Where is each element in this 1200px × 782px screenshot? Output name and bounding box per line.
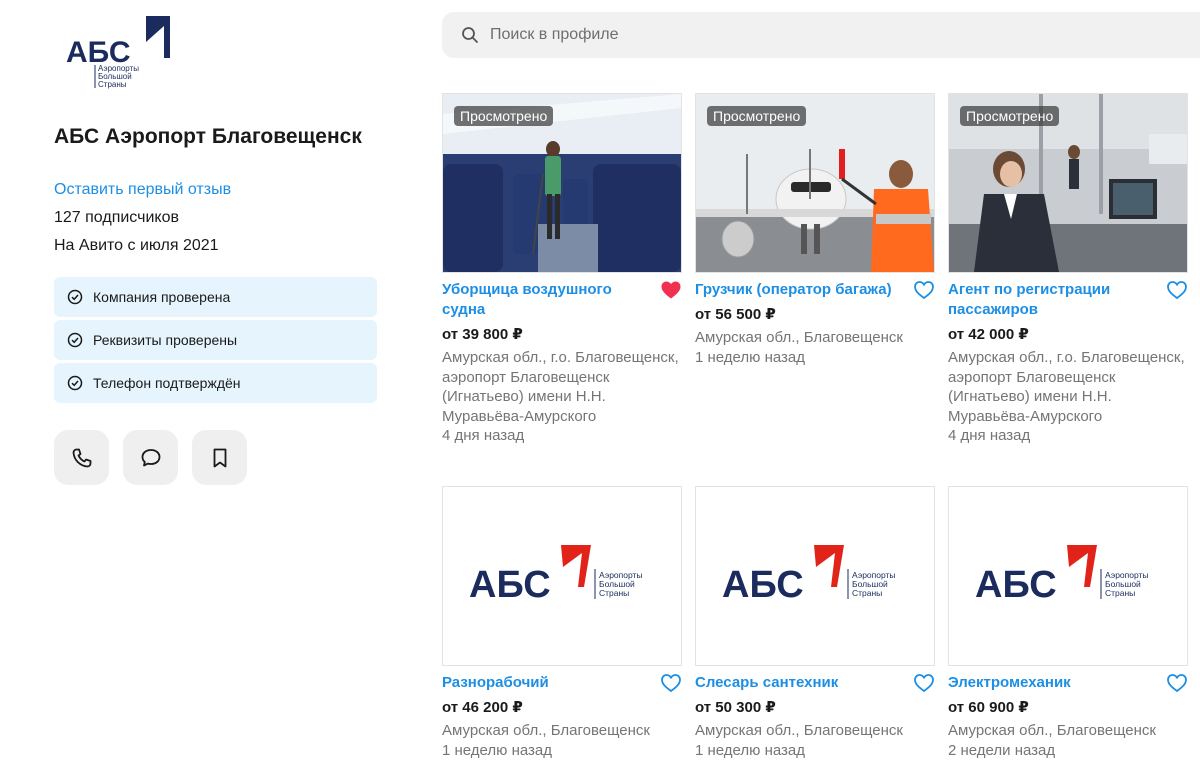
svg-text:Страны: Страны — [599, 588, 629, 598]
listing-location: Амурская обл., Благовещенск — [695, 329, 903, 346]
badge-company-verified: Компания проверена — [54, 277, 377, 317]
svg-text:Страны: Страны — [852, 588, 882, 598]
listing-card[interactable]: Просмотрено Агент по регистрации пассажи… — [948, 93, 1188, 446]
listing-card[interactable]: АБС Аэропорты Большой Страны Слесарь сан… — [695, 486, 935, 760]
svg-text:АБС: АБС — [975, 564, 1057, 606]
listing-date: 1 неделю назад — [695, 348, 806, 366]
listing-price: от 56 500 ₽ — [695, 306, 776, 323]
listing-location: Амурская обл., г.о. Благовещенск, аэропо… — [442, 349, 679, 425]
listing-card[interactable]: Просмотрено Грузчик (оператор багажа) от… — [695, 93, 935, 367]
listing-image[interactable]: Просмотрено — [695, 93, 935, 273]
listing-image[interactable]: АБС Аэропорты Большой Страны — [695, 486, 935, 666]
message-button[interactable] — [123, 430, 178, 485]
subscribers-count: 127 подписчиков — [54, 209, 179, 226]
check-circle-icon — [67, 289, 83, 305]
listing-image[interactable]: АБС Аэропорты Большой Страны — [948, 486, 1188, 666]
listing-title[interactable]: Электромеханик — [948, 673, 1158, 693]
heart-filled-icon[interactable] — [660, 280, 682, 300]
listing-card[interactable]: Просмотрено Уборщица воздушного судна от… — [442, 93, 682, 446]
listing-date: 2 недели назад — [948, 741, 1056, 759]
listing-price: от 50 300 ₽ — [695, 699, 776, 716]
svg-text:АБС: АБС — [722, 564, 804, 606]
listing-image[interactable]: Просмотрено — [948, 93, 1188, 273]
bookmark-icon — [213, 448, 226, 467]
phone-icon — [72, 448, 91, 467]
company-logo: АБС Аэропорты Большой Страны — [60, 12, 180, 100]
listing-title[interactable]: Разнорабочий — [442, 673, 652, 693]
badge-label: Компания проверена — [93, 289, 231, 305]
listing-title[interactable]: Грузчик (оператор багажа) — [695, 280, 905, 300]
verification-badges: Компания проверена Реквизиты проверены Т… — [54, 277, 377, 406]
badge-phone-confirmed: Телефон подтверждён — [54, 363, 377, 403]
listing-price: от 39 800 ₽ — [442, 326, 523, 343]
company-name: АБС Аэропорт Благовещенск — [54, 125, 362, 148]
svg-text:АБС: АБС — [469, 564, 551, 606]
save-profile-button[interactable] — [192, 430, 247, 485]
badge-label: Реквизиты проверены — [93, 332, 238, 348]
badge-label: Телефон подтверждён — [93, 375, 241, 391]
leave-review-link[interactable]: Оставить первый отзыв — [54, 181, 231, 199]
listing-date: 4 дня назад — [442, 427, 525, 444]
badge-requisites-verified: Реквизиты проверены — [54, 320, 377, 360]
listing-title[interactable]: Уборщица воздушного судна — [442, 280, 652, 320]
listing-image[interactable]: Просмотрено — [442, 93, 682, 273]
call-button[interactable] — [54, 430, 109, 485]
member-since: На Авито с июля 2021 — [54, 237, 219, 254]
viewed-badge: Просмотрено — [454, 106, 554, 126]
listing-title[interactable]: Слесарь сантехник — [695, 673, 905, 693]
profile-actions — [54, 430, 247, 485]
viewed-badge: Просмотрено — [707, 106, 807, 126]
listing-date: 1 неделю назад — [442, 741, 553, 759]
check-circle-icon — [67, 332, 83, 348]
search-input[interactable] — [488, 25, 1092, 45]
listing-price: от 46 200 ₽ — [442, 699, 523, 716]
heart-outline-icon[interactable] — [1166, 280, 1188, 300]
heart-outline-icon[interactable] — [913, 673, 935, 693]
abs-logo-image: АБС Аэропорты Большой Страны — [722, 545, 896, 606]
listing-date: 4 дня назад — [948, 427, 1031, 444]
heart-outline-icon[interactable] — [913, 280, 935, 300]
listing-price: от 60 900 ₽ — [948, 699, 1029, 716]
abs-logo-small: АБС Аэропорты Большой Страны — [66, 16, 170, 89]
heart-outline-icon[interactable] — [1166, 673, 1188, 693]
heart-outline-icon[interactable] — [660, 673, 682, 693]
listing-date: 1 неделю назад — [695, 741, 806, 759]
listing-card[interactable]: АБС Аэропорты Большой Страны Разнорабочи… — [442, 486, 682, 760]
abs-logo-image: АБС Аэропорты Большой Страны — [975, 545, 1149, 606]
listing-card[interactable]: АБС Аэропорты Большой Страны Электромеха… — [948, 486, 1188, 760]
check-circle-icon — [67, 375, 83, 391]
listing-location: Амурская обл., г.о. Благовещенск, аэропо… — [948, 349, 1185, 425]
search-icon — [462, 27, 478, 43]
listing-image[interactable]: АБС Аэропорты Большой Страны — [442, 486, 682, 666]
abs-logo-image: АБС Аэропорты Большой Страны — [469, 545, 643, 606]
svg-text:Страны: Страны — [1105, 588, 1135, 598]
listing-title[interactable]: Агент по регистрации пассажиров — [948, 280, 1158, 320]
chat-icon — [141, 448, 160, 466]
listing-location: Амурская обл., Благовещенск — [948, 722, 1156, 739]
listing-location: Амурская обл., Благовещенск — [695, 722, 903, 739]
svg-text:Страны: Страны — [98, 80, 127, 89]
listing-location: Амурская обл., Благовещенск — [442, 722, 650, 739]
listing-price: от 42 000 ₽ — [948, 326, 1029, 343]
profile-search — [442, 12, 1200, 58]
viewed-badge: Просмотрено — [960, 106, 1060, 126]
